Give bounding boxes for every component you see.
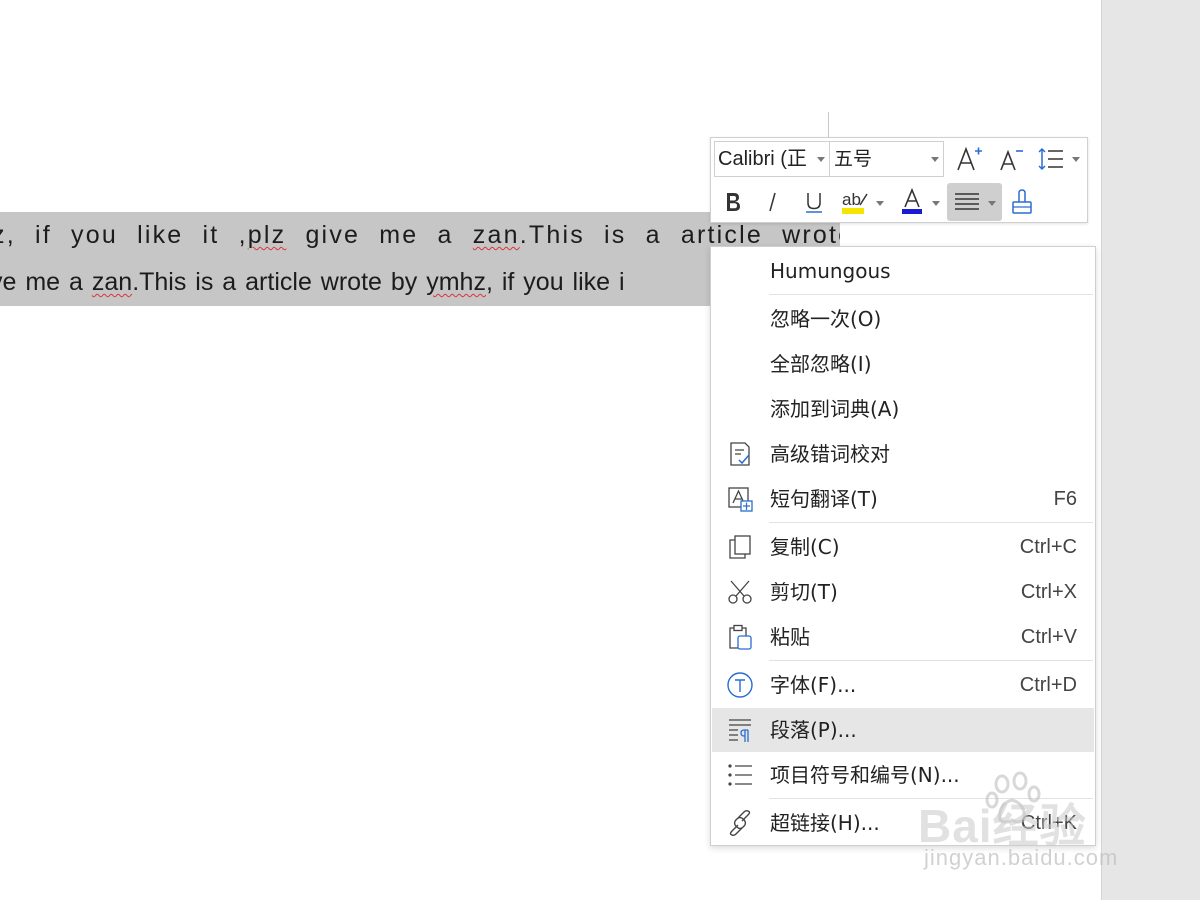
misspelled-word[interactable]: zan: [473, 221, 520, 249]
font-name-value: Calibri (正: [718, 148, 807, 170]
menu-item-label: 添加到词典(A): [770, 397, 900, 421]
selected-text-line-2[interactable]: ve me a zan.This is a article wrote by y…: [0, 259, 712, 306]
text-segment: give me a: [286, 221, 473, 249]
font-icon: [727, 672, 753, 698]
grow-font-icon: [957, 146, 982, 171]
menu-item-label: 全部忽略(I): [770, 352, 872, 376]
copy-icon: [729, 535, 751, 559]
menu-item-translate[interactable]: 短句翻译(T) F6: [712, 477, 1094, 521]
page-margin-gutter: [1101, 0, 1200, 900]
context-menu: Humungous 忽略一次(O) 全部忽略(I) 添加到词典(A) 高级错词校…: [710, 246, 1096, 846]
menu-separator: [769, 798, 1093, 799]
menu-item-bullets-numbering[interactable]: 项目符号和编号(N)...: [712, 753, 1094, 797]
underline-button[interactable]: [796, 184, 832, 220]
scissors-icon: [728, 580, 752, 604]
menu-item-add-to-dictionary[interactable]: 添加到词典(A): [712, 387, 1094, 431]
paragraph-icon: [729, 719, 751, 742]
chevron-down-icon[interactable]: [988, 201, 996, 206]
svg-text:ab: ab: [842, 190, 861, 209]
menu-item-label: 剪切(T): [770, 580, 838, 604]
shrink-font-button[interactable]: [993, 141, 1029, 177]
chevron-down-icon: [931, 157, 939, 162]
italic-icon: [769, 192, 776, 212]
text-segment: , if you like i: [485, 268, 625, 296]
paste-icon: [729, 624, 752, 650]
menu-separator: [769, 660, 1093, 661]
menu-item-shortcut: Ctrl+D: [1019, 674, 1077, 696]
menu-item-ignore-once[interactable]: 忽略一次(O): [712, 297, 1094, 341]
menu-item-label: 字体(F)...: [770, 673, 857, 697]
menu-item-label: 高级错词校对: [770, 442, 890, 466]
menu-item-label: 粘贴: [770, 625, 810, 649]
menu-item-label: 复制(C): [770, 535, 840, 559]
font-color-button[interactable]: [894, 184, 930, 220]
font-size-select[interactable]: 五号: [830, 141, 944, 177]
align-icon: [955, 193, 979, 210]
text-segment: z, if you like it ,: [0, 221, 248, 249]
bullets-icon: [728, 764, 752, 786]
menu-item-paragraph[interactable]: 段落(P)...: [712, 708, 1094, 752]
bold-icon: [727, 193, 740, 211]
text-segment: .This is a article wrote by: [132, 268, 427, 296]
spelling-suggestion-item[interactable]: Humungous: [712, 249, 1094, 293]
highlight-icon: ab: [842, 190, 868, 214]
menu-item-label: 短句翻译(T): [770, 487, 878, 511]
underline-icon: [806, 193, 822, 213]
menu-item-ignore-all[interactable]: 全部忽略(I): [712, 342, 1094, 386]
menu-item-advanced-proofread[interactable]: 高级错词校对: [712, 432, 1094, 476]
highlight-button[interactable]: ab: [837, 184, 873, 220]
format-painter-button[interactable]: [1004, 184, 1040, 220]
line-spacing-button[interactable]: [1033, 141, 1069, 177]
menu-item-label: 忽略一次(O): [770, 307, 882, 331]
menu-item-paste[interactable]: 粘贴 Ctrl+V: [712, 615, 1094, 659]
italic-button[interactable]: [755, 184, 791, 220]
menu-item-font[interactable]: 字体(F)... Ctrl+D: [712, 663, 1094, 707]
mini-toolbar: Calibri (正 五号 ab: [710, 137, 1088, 223]
chevron-down-icon[interactable]: [932, 201, 940, 206]
menu-item-shortcut: Ctrl+V: [1020, 626, 1077, 648]
shrink-font-icon: [1000, 149, 1023, 171]
font-color-icon: [902, 187, 922, 214]
menu-item-cut[interactable]: 剪切(T) Ctrl+X: [712, 570, 1094, 614]
menu-item-shortcut: F6: [1053, 488, 1077, 510]
chevron-down-icon[interactable]: [1072, 157, 1080, 162]
menu-item-label: 项目符号和编号(N)...: [770, 763, 960, 787]
menu-item-label: Humungous: [770, 259, 891, 283]
font-name-select[interactable]: Calibri (正: [714, 141, 830, 177]
menu-item-label: 超链接(H)...: [770, 811, 880, 835]
menu-item-copy[interactable]: 复制(C) Ctrl+C: [712, 525, 1094, 569]
line-spacing-icon: [1038, 147, 1063, 171]
text-segment: ve me a: [0, 268, 92, 296]
chevron-down-icon[interactable]: [876, 201, 884, 206]
misspelled-word[interactable]: plz: [248, 221, 287, 249]
link-icon: [729, 809, 751, 837]
menu-separator: [769, 522, 1093, 523]
bold-button[interactable]: [715, 184, 751, 220]
chevron-down-icon: [817, 157, 825, 162]
menu-item-shortcut: Ctrl+X: [1020, 581, 1077, 603]
translate-icon: [728, 487, 753, 512]
proofread-icon: [730, 442, 750, 466]
misspelled-word[interactable]: ymhz: [426, 268, 486, 296]
text-caret: [828, 112, 829, 138]
menu-item-label: 段落(P)...: [770, 718, 857, 742]
text-segment: .This is a article wrote by: [519, 221, 840, 249]
misspelled-word[interactable]: zan: [92, 268, 132, 296]
grow-font-button[interactable]: [951, 141, 987, 177]
menu-item-shortcut: Ctrl+C: [1019, 536, 1077, 558]
align-button[interactable]: [949, 184, 985, 220]
format-painter-icon: [1012, 189, 1032, 214]
font-size-value: 五号: [834, 148, 873, 170]
menu-item-shortcut: Ctrl+K: [1020, 812, 1077, 834]
menu-item-hyperlink[interactable]: 超链接(H)... Ctrl+K: [712, 801, 1094, 845]
menu-separator: [769, 294, 1093, 295]
